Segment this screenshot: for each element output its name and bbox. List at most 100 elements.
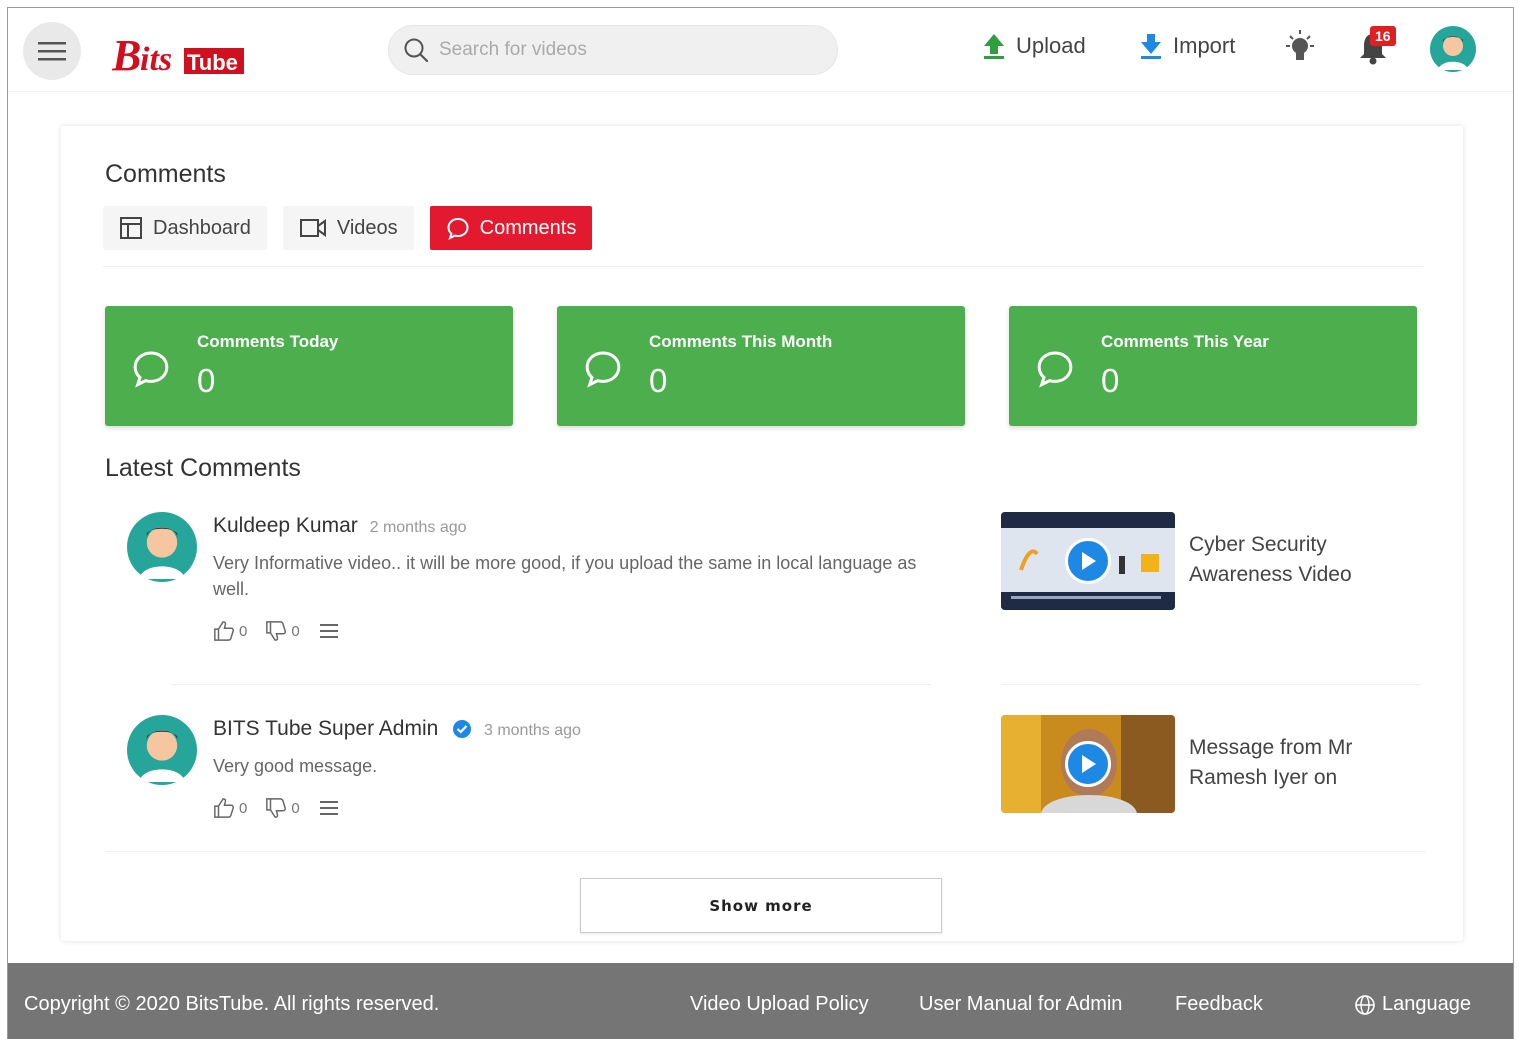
tab-label: Videos — [336, 216, 398, 239]
video-title-link[interactable]: Message from Mr Ramesh Iyer on — [1189, 733, 1389, 793]
language-label: Language — [1382, 993, 1471, 1015]
comment-text: Very good message. — [213, 756, 378, 776]
comment-header: Kuldeep Kumar 2 months ago — [213, 514, 467, 538]
commenter-avatar[interactable] — [127, 715, 197, 790]
comment-actions: 0 0 — [213, 797, 340, 819]
comment-menu-button[interactable] — [318, 799, 340, 817]
avatar-icon — [1430, 26, 1476, 72]
video-title-link[interactable]: Cyber Security Awareness Video — [1189, 530, 1389, 590]
notification-count-badge: 16 — [1370, 26, 1396, 46]
like-count: 0 — [239, 622, 248, 640]
row-divider — [1001, 684, 1421, 685]
stat-value: 0 — [649, 362, 668, 399]
commenter-name[interactable]: BITS Tube Super Admin — [213, 717, 438, 740]
search-icon — [404, 38, 429, 63]
show-more-button[interactable]: Show more — [580, 878, 942, 933]
upload-button[interactable]: Upload — [982, 32, 1086, 60]
like-button[interactable]: 0 — [213, 620, 247, 642]
thumbs-up-icon — [214, 621, 235, 641]
upload-label: Upload — [1016, 33, 1086, 58]
svg-text:its: its — [140, 41, 172, 78]
stat-card-year: Comments This Year 0 — [1009, 306, 1417, 426]
comment-icon — [1037, 351, 1073, 388]
dislike-count: 0 — [291, 799, 300, 817]
user-avatar[interactable] — [1430, 26, 1476, 77]
stat-card-month: Comments This Month 0 — [557, 306, 965, 426]
comment-icon — [447, 217, 469, 240]
tab-label: Dashboard — [153, 216, 251, 239]
avatar-icon — [127, 512, 197, 582]
stat-label: Comments This Year — [1101, 332, 1269, 351]
video-camera-icon — [299, 219, 326, 237]
tab-dashboard[interactable]: Dashboard — [103, 206, 267, 250]
site-footer: Copyright © 2020 BitsTube. All rights re… — [8, 963, 1513, 1039]
play-icon — [1082, 552, 1096, 570]
comment-menu-button[interactable] — [318, 622, 340, 640]
globe-icon — [1355, 994, 1375, 1015]
menu-lines-icon — [319, 624, 338, 638]
page-frame: B its Tube Upload Im — [7, 7, 1514, 1039]
theme-toggle-button[interactable] — [1282, 28, 1318, 73]
video-thumbnail[interactable] — [1001, 512, 1175, 610]
dislike-button[interactable]: 0 — [265, 797, 300, 819]
stat-card-today: Comments Today 0 — [105, 306, 513, 426]
import-button[interactable]: Import — [1139, 32, 1235, 60]
page-title: Comments — [105, 160, 226, 188]
comment-text: Very Informative video.. it will be more… — [213, 553, 917, 599]
search-bar[interactable] — [388, 25, 838, 75]
section-tabs: Dashboard Videos Comments — [103, 206, 593, 250]
thumbs-down-icon — [266, 798, 287, 818]
language-selector[interactable]: Language — [1354, 993, 1471, 1016]
stats-row: Comments Today 0 Comments This Month 0 C… — [105, 306, 1417, 426]
hamburger-menu-button[interactable] — [23, 22, 81, 80]
like-button[interactable]: 0 — [213, 797, 247, 819]
tabs-divider — [103, 266, 1423, 267]
tab-label: Comments — [479, 216, 577, 239]
latest-comments-heading: Latest Comments — [105, 454, 301, 482]
dislike-count: 0 — [291, 622, 300, 640]
import-label: Import — [1173, 33, 1236, 58]
hamburger-icon — [38, 42, 66, 61]
comment-header: BITS Tube Super Admin 3 months ago — [213, 717, 581, 741]
comment-item: BITS Tube Super Admin 3 months ago Very … — [127, 715, 1427, 835]
import-icon — [1141, 34, 1161, 59]
video-thumbnail[interactable] — [1001, 715, 1175, 813]
upload-icon — [984, 34, 1004, 59]
play-icon — [1082, 755, 1096, 773]
row-divider — [105, 851, 1425, 852]
thumbs-down-icon — [266, 621, 287, 641]
stat-label: Comments Today — [197, 332, 339, 351]
verified-icon — [453, 720, 472, 739]
copyright-text: Copyright © 2020 BitsTube. All rights re… — [24, 993, 440, 1015]
footer-link-user-manual[interactable]: User Manual for Admin — [919, 993, 1122, 1016]
tab-comments[interactable]: Comments — [429, 206, 593, 250]
comment-time: 2 months ago — [369, 519, 467, 536]
like-count: 0 — [239, 799, 248, 817]
comment-time: 3 months ago — [483, 722, 581, 739]
comment-icon — [585, 351, 621, 388]
comment-item: Kuldeep Kumar 2 months ago Very Informat… — [127, 512, 1427, 682]
footer-link-feedback[interactable]: Feedback — [1175, 993, 1263, 1016]
commenter-name[interactable]: Kuldeep Kumar — [213, 514, 358, 537]
site-logo[interactable]: B its Tube — [111, 26, 247, 80]
commenter-avatar[interactable] — [127, 512, 197, 587]
dislike-button[interactable]: 0 — [265, 620, 300, 642]
tab-videos[interactable]: Videos — [282, 206, 414, 250]
dashboard-icon — [120, 217, 142, 239]
avatar-icon — [127, 715, 197, 785]
stat-value: 0 — [197, 362, 216, 399]
comment-icon — [133, 351, 169, 388]
play-button[interactable] — [1065, 741, 1111, 787]
menu-lines-icon — [319, 801, 338, 815]
comments-card: Comments Dashboard Videos Comments Comme… — [61, 126, 1463, 941]
row-divider — [171, 684, 931, 685]
top-header: B its Tube Upload Im — [8, 8, 1513, 92]
search-input[interactable] — [439, 39, 837, 61]
lightbulb-icon — [1286, 30, 1314, 60]
svg-text:Tube: Tube — [187, 50, 238, 75]
footer-link-upload-policy[interactable]: Video Upload Policy — [690, 993, 869, 1016]
play-button[interactable] — [1065, 538, 1111, 584]
svg-text:B: B — [112, 31, 141, 78]
thumbs-up-icon — [214, 798, 235, 818]
comment-actions: 0 0 — [213, 620, 340, 642]
